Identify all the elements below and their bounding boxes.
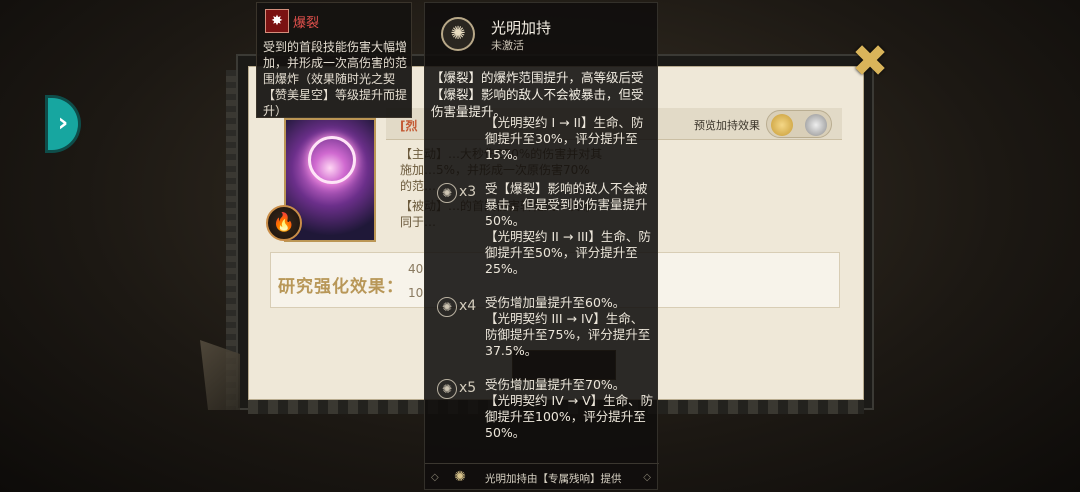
research-value: 40 (408, 262, 424, 276)
research-value: 10 (408, 286, 424, 300)
light-blessing-icon: ✺ (437, 183, 457, 203)
tooltip-description: 受到的首段技能伤害大幅增加，并形成一次高伤害的范围爆炸（效果随时光之契【赞美星空… (263, 40, 408, 118)
burst-icon: ✸ (265, 9, 289, 33)
tooltip-title: 爆裂 (293, 16, 320, 31)
close-icon[interactable]: ✖ (850, 40, 890, 84)
tier-text: 受伤增加量提升至60%。 (485, 295, 626, 310)
preview-buff-label: 预览加持效果 (694, 119, 760, 132)
tier-text: 【光明契约 I → II】生命、防御提升至30%，评分提升至15%。 (485, 115, 644, 162)
tooltip-footer: ◇ ✺ 光明加持由【专属残响】提供 ◇ (425, 463, 659, 491)
tier-multiplier: x4 (459, 298, 477, 314)
footer-source-text: 光明加持由【专属残响】提供 (485, 473, 622, 485)
light-blessing-icon: ✺ (454, 469, 466, 485)
light-blessing-icon[interactable] (771, 114, 793, 136)
activation-status: 未激活 (491, 39, 524, 52)
research-effect-label: 研究强化效果： (278, 277, 404, 297)
expand-chevron-button[interactable]: › (48, 98, 78, 150)
tier-multiplier: x3 (459, 184, 477, 200)
tier-multiplier: x5 (459, 380, 477, 396)
tooltip-title: 光明加持 (491, 19, 552, 37)
tooltip-intro: 【爆裂】的爆炸范围提升，高等级后受【爆裂】影响的敌人不会被暴击，但受伤害量提升。 (431, 70, 644, 119)
diamond-icon: ◇ (431, 472, 439, 483)
burst-status-tooltip: ✸ 爆裂 受到的首段技能伤害大幅增加，并形成一次高伤害的范围爆炸（效果随时光之契… (256, 2, 412, 118)
diamond-icon: ◇ (643, 472, 651, 483)
tier-text: 受【爆裂】影响的敌人不会被暴击，但是受到的伤害量提升50%。 (485, 181, 648, 228)
fire-element-icon: 🔥 (266, 205, 302, 241)
skill-tag: [烈 (400, 119, 418, 133)
preview-buff-toggle[interactable] (766, 110, 832, 138)
tier-text: 【光明契约 IV → V】生命、防御提升至100%，评分提升至50%。 (485, 393, 654, 440)
tier-text: 【光明契约 II → III】生命、防御提升至50%，评分提升至25%。 (485, 229, 651, 276)
tier-text: 受伤增加量提升至70%。 (485, 377, 626, 392)
light-blessing-icon: ✺ (437, 297, 457, 317)
light-blessing-icon: ✺ (441, 17, 475, 51)
light-blessing-icon: ✺ (437, 379, 457, 399)
light-blessing-tooltip: ✺ 光明加持 未激活 【爆裂】的爆炸范围提升，高等级后受【爆裂】影响的敌人不会被… (424, 2, 659, 491)
card-glow-ring (308, 136, 356, 184)
tier-text: 【光明契约 III → IV】生命、防御提升至75%，评分提升至37.5%。 (485, 311, 651, 358)
moon-icon[interactable] (805, 114, 827, 136)
